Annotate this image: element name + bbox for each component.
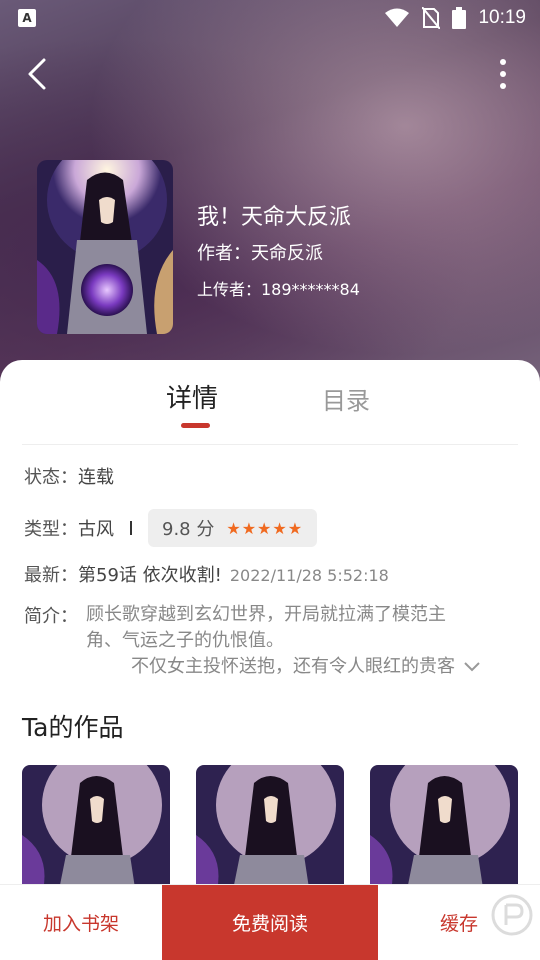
tab-catalog[interactable]: 目录	[322, 381, 370, 416]
accessibility-icon: A	[18, 9, 36, 27]
chevron-down-icon[interactable]	[463, 661, 481, 673]
status-value: 连载	[78, 467, 114, 488]
intro-row: 简介： 顾长歌穿越到玄幻世界，开局就拉满了模范主 角、气运之子的仇恨值。 不仅女…	[24, 602, 506, 680]
score-value: 9.8 分	[162, 519, 215, 540]
latest-chapter[interactable]: 第59话 依次收割!	[78, 561, 222, 587]
latest-row[interactable]: 最新： 第59话 依次收割! 2022/11/28 5:52:18	[24, 561, 389, 587]
book-title: 我！天命大反派	[197, 205, 352, 230]
work-card[interactable]	[22, 765, 170, 895]
status-label: 状态：	[24, 467, 78, 488]
separator	[130, 521, 132, 535]
status-time: 10:19	[478, 7, 526, 28]
star-rating-icon: ★★★★★	[226, 518, 304, 538]
tab-details[interactable]: 详情	[166, 378, 218, 415]
type-value: 古风	[78, 519, 114, 540]
work-card[interactable]	[196, 765, 344, 895]
intro-text: 顾长歌穿越到玄幻世界，开局就拉满了模范主 角、气运之子的仇恨值。 不仅女主投怀送…	[86, 602, 506, 680]
book-author: 作者：天命反派	[197, 243, 323, 264]
intro-line: 顾长歌穿越到玄幻世界，开局就拉满了模范主	[86, 604, 446, 625]
divider	[22, 444, 518, 445]
watermark-logo-icon	[491, 894, 533, 936]
back-icon[interactable]	[20, 54, 60, 94]
battery-icon	[452, 7, 467, 29]
no-sim-icon	[422, 7, 441, 29]
intro-line: 角、气运之子的仇恨值。	[86, 630, 284, 651]
status-bar: A 10:19	[0, 0, 540, 36]
book-uploader: 上传者：189******84	[197, 280, 360, 299]
latest-label: 最新：	[24, 565, 78, 586]
bottom-action-bar: 加入书架 免费阅读 缓存	[0, 884, 540, 960]
score-badge: 9.8 分 ★★★★★	[148, 509, 318, 547]
type-row: 类型： 古风 9.8 分 ★★★★★	[24, 509, 318, 547]
latest-time: 2022/11/28 5:52:18	[229, 566, 389, 585]
type-label: 类型：	[24, 519, 78, 540]
detail-panel: 详情 目录 状态：连载 类型： 古风 9.8 分 ★★★★★ 最新： 第59话 …	[0, 360, 540, 960]
intro-line: 不仅女主投怀送抱，还有令人眼红的贵客	[131, 656, 455, 677]
intro-label: 简介：	[24, 606, 78, 627]
works-section-title: Ta的作品	[22, 713, 124, 742]
book-cover	[37, 160, 173, 334]
wifi-icon	[385, 8, 410, 27]
work-card[interactable]	[370, 765, 518, 895]
tab-indicator	[181, 423, 210, 428]
status-row: 状态：连载	[24, 463, 114, 489]
free-read-button[interactable]: 免费阅读	[162, 885, 378, 960]
more-icon[interactable]	[496, 56, 510, 92]
add-to-shelf-button[interactable]: 加入书架	[0, 885, 162, 960]
intro-line-last: 不仅女主投怀送抱，还有令人眼红的贵客	[86, 654, 506, 680]
